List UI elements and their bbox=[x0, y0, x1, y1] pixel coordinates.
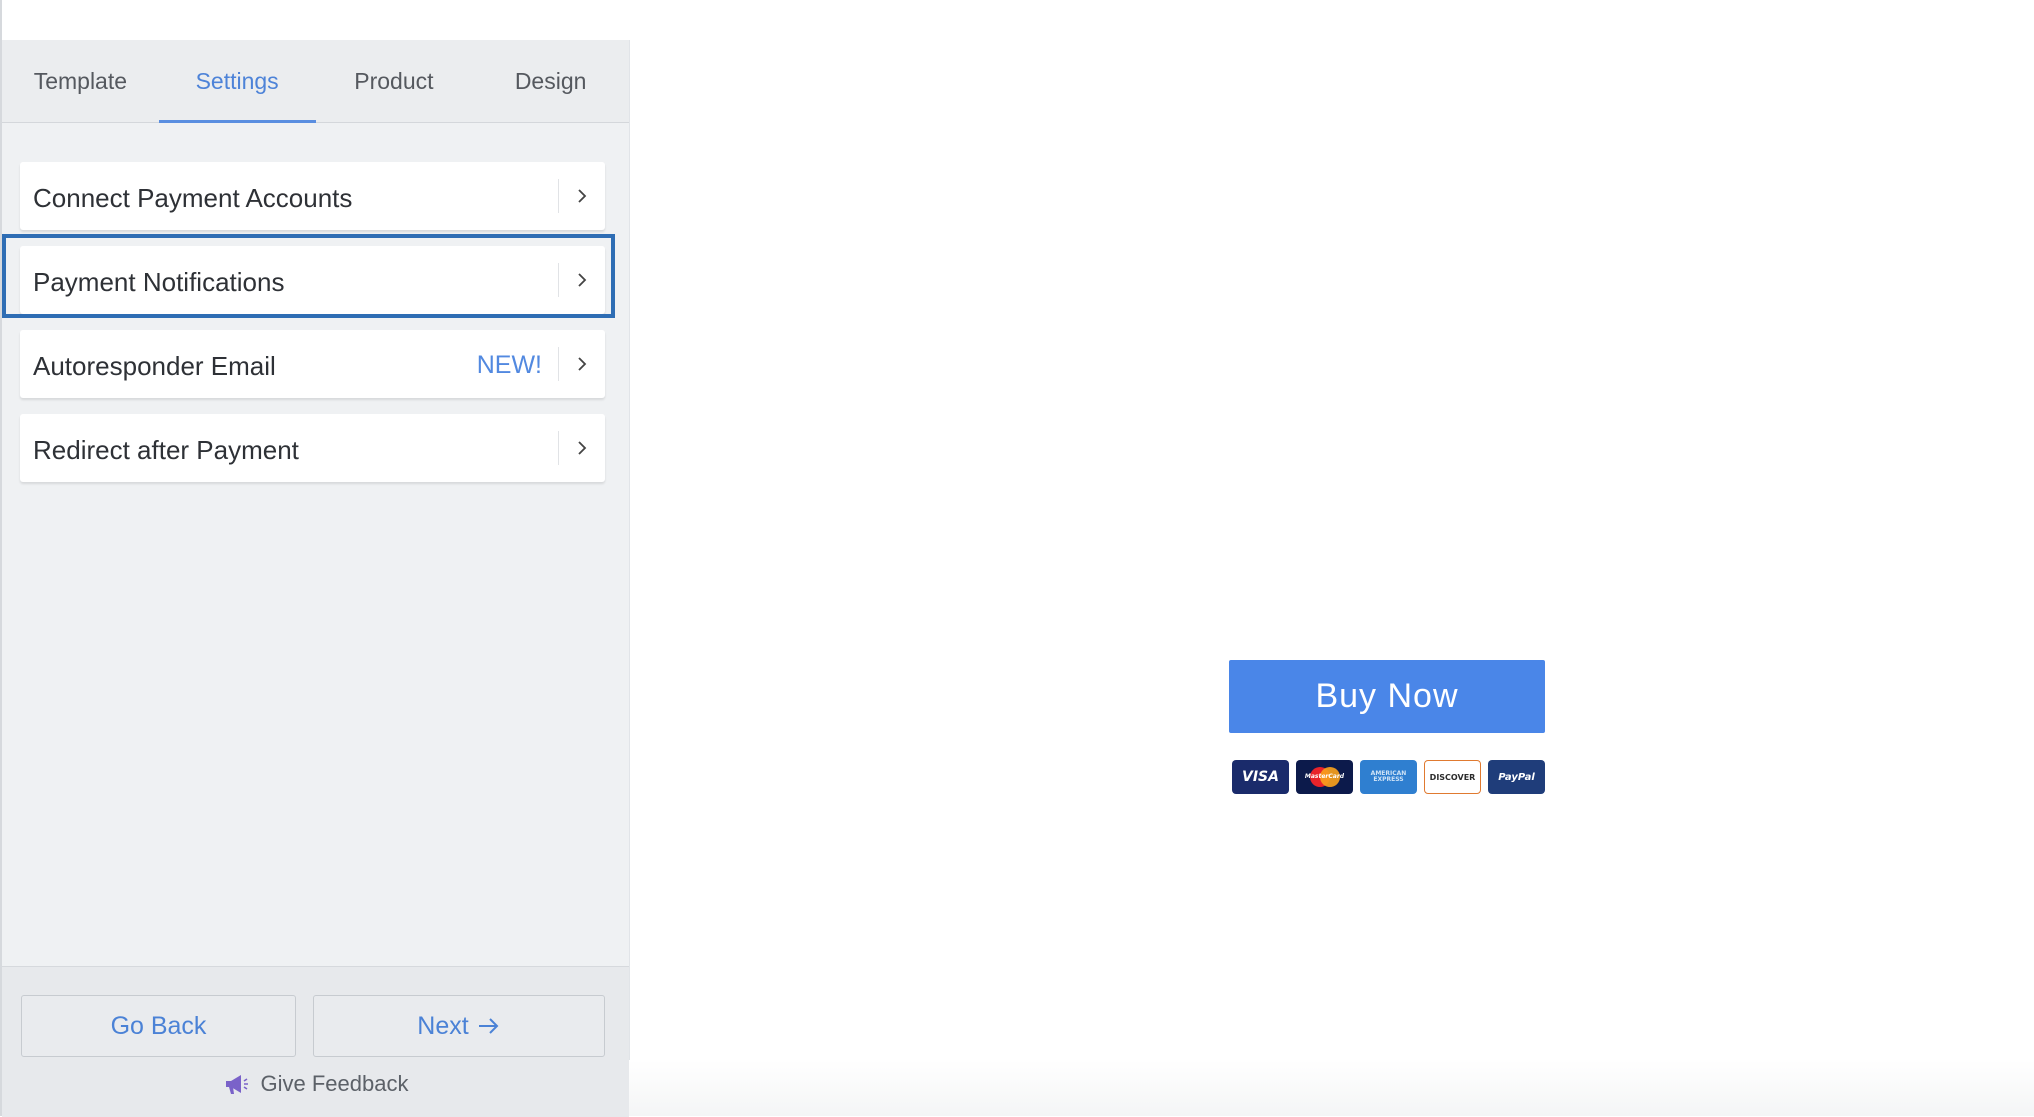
chevron-right-icon bbox=[559, 440, 605, 456]
menu-item-payment-notifications[interactable]: Payment Notifications bbox=[20, 246, 605, 314]
menu-item-redirect-after-payment[interactable]: Redirect after Payment bbox=[20, 414, 605, 482]
amex-card-icon: AMERICAN EXPRESS bbox=[1360, 760, 1417, 794]
next-label: Next bbox=[417, 1011, 469, 1040]
tab-bar: Template Settings Product Design bbox=[2, 40, 629, 123]
give-feedback-label: Give Feedback bbox=[260, 1071, 409, 1096]
mastercard-icon: MasterCard bbox=[1296, 760, 1353, 794]
tab-design[interactable]: Design bbox=[472, 40, 629, 122]
arrow-right-icon bbox=[478, 1018, 499, 1034]
give-feedback-link[interactable]: Give Feedback bbox=[2, 1071, 629, 1097]
menu-item-connect-payment-accounts[interactable]: Connect Payment Accounts bbox=[20, 162, 605, 230]
payment-cards: VISA MasterCard AMERICAN EXPRESS DISCOVE… bbox=[1232, 760, 1545, 794]
menu-item-label: Connect Payment Accounts bbox=[33, 182, 353, 213]
menu-item-autoresponder-email[interactable]: Autoresponder Email NEW! bbox=[20, 330, 605, 398]
preview-bottom-fade bbox=[629, 1060, 2034, 1116]
menu-item-label: Autoresponder Email bbox=[33, 350, 276, 381]
tab-settings[interactable]: Settings bbox=[158, 40, 316, 123]
chevron-right-icon bbox=[559, 188, 605, 204]
paypal-icon: PayPal bbox=[1488, 760, 1545, 794]
discover-card-icon: DISCOVER bbox=[1424, 760, 1481, 794]
top-strip bbox=[0, 0, 2034, 40]
go-back-label: Go Back bbox=[110, 1011, 207, 1040]
next-button[interactable]: Next bbox=[313, 995, 605, 1057]
new-badge: NEW! bbox=[476, 350, 542, 379]
buy-now-button[interactable]: Buy Now bbox=[1229, 660, 1545, 733]
chevron-right-icon bbox=[559, 272, 605, 288]
chevron-right-icon bbox=[559, 356, 605, 372]
menu-item-label: Redirect after Payment bbox=[33, 434, 299, 465]
menu-item-label: Payment Notifications bbox=[33, 266, 285, 297]
tab-template[interactable]: Template bbox=[2, 40, 159, 122]
settings-sidebar: Template Settings Product Design Connect… bbox=[2, 40, 630, 1117]
go-back-button[interactable]: Go Back bbox=[21, 995, 296, 1057]
megaphone-icon bbox=[223, 1073, 249, 1095]
tab-product[interactable]: Product bbox=[316, 40, 473, 122]
buy-now-label: Buy Now bbox=[1315, 677, 1459, 715]
sidebar-footer: Go Back Next Give Feedback bbox=[2, 966, 629, 1117]
visa-card-icon: VISA bbox=[1232, 760, 1289, 794]
